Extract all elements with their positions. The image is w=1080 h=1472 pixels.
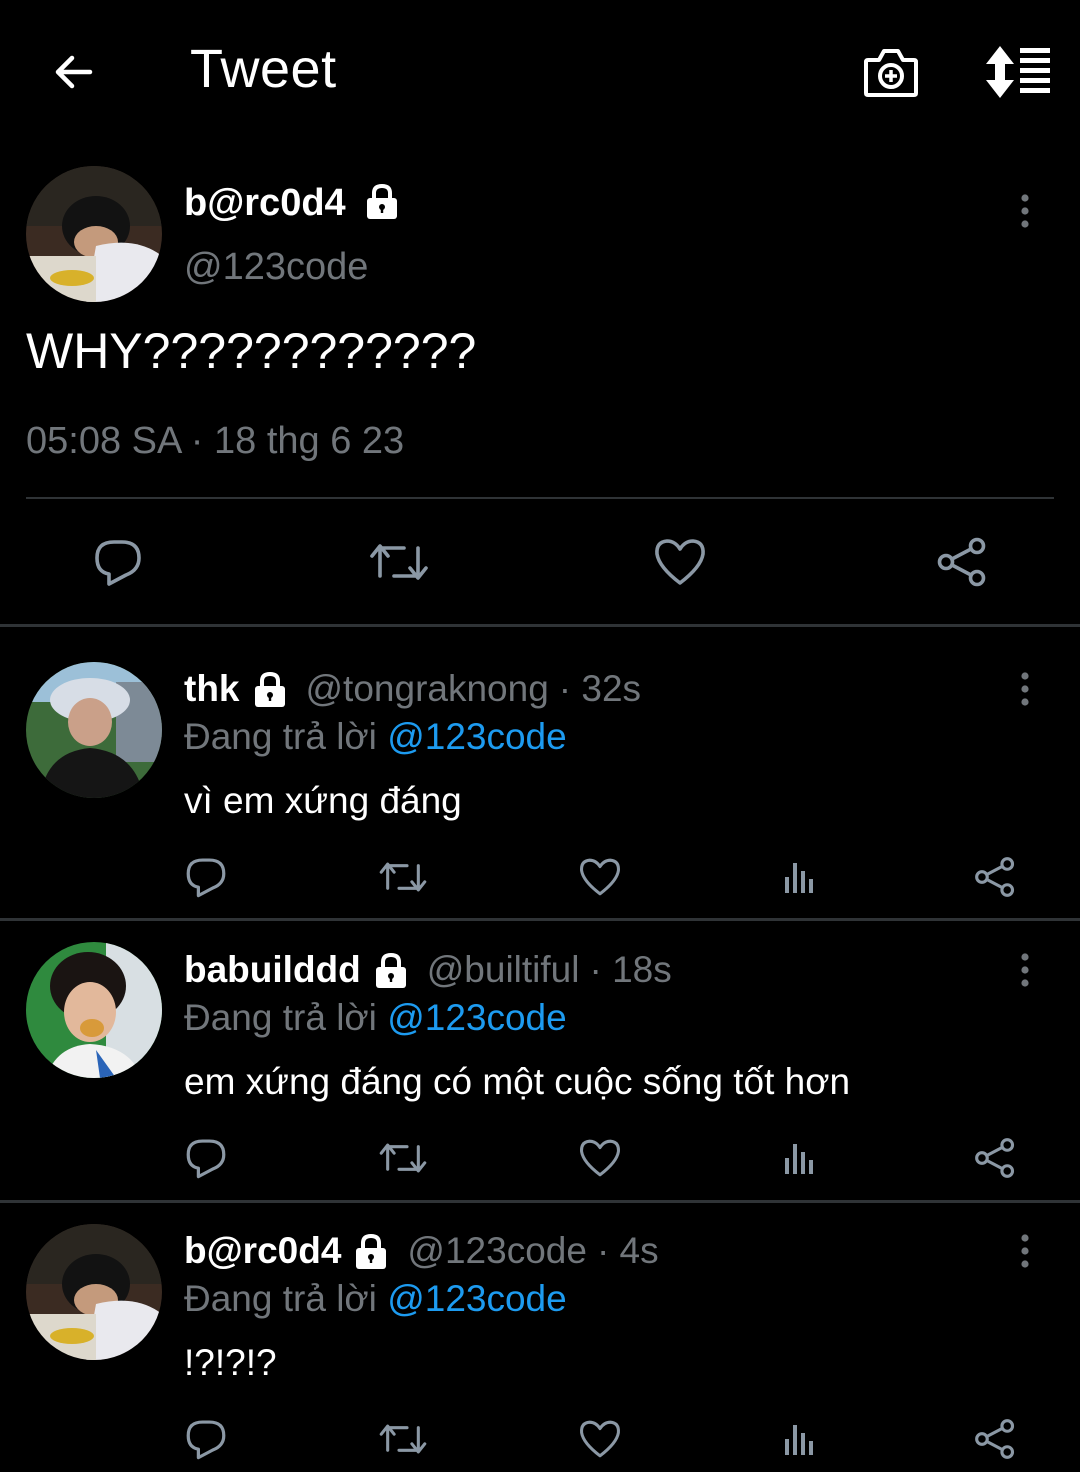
reply-time: · 4s (596, 1230, 659, 1271)
back-button[interactable] (44, 42, 104, 102)
share-button[interactable] (970, 1133, 1020, 1183)
divider (26, 497, 1054, 499)
like-button[interactable] (576, 1133, 624, 1183)
reply-icon (186, 1139, 226, 1179)
sort-replies-button[interactable] (982, 42, 1054, 102)
like-icon (655, 539, 705, 585)
retweet-icon (379, 1143, 427, 1173)
retweet-button[interactable] (376, 1414, 430, 1464)
more-vertical-icon (1021, 953, 1029, 987)
author-handle[interactable]: @tongraknong (306, 668, 549, 710)
analytics-icon (785, 1144, 813, 1174)
more-vertical-icon (1021, 672, 1029, 706)
avatar[interactable] (26, 662, 162, 798)
mention-link[interactable]: @123code (387, 997, 567, 1038)
more-options-button[interactable] (1010, 945, 1040, 995)
reply-time: · 18s (589, 949, 672, 990)
share-button[interactable] (970, 852, 1020, 902)
reply-author-row: thk @tongraknong · 32s (184, 668, 641, 710)
author-handle[interactable]: @123code (407, 1230, 587, 1272)
replying-to-line: Đang trả lời @123code (184, 997, 567, 1038)
reply-author-row: babuilddd @builtiful · 18s (184, 949, 672, 991)
author-name[interactable]: b@rc0d4 (184, 1230, 341, 1272)
retweet-icon (379, 1424, 427, 1454)
like-icon (580, 858, 620, 896)
view-analytics-button[interactable] (774, 1414, 822, 1464)
retweet-button[interactable] (366, 532, 432, 592)
tweet-timestamp: 05:08 SA · 18 thg 6 23 (26, 420, 405, 462)
lock-icon (375, 952, 406, 988)
tweet-text: WHY???????????? (26, 323, 477, 379)
view-analytics-button[interactable] (774, 852, 822, 902)
more-options-button[interactable] (1010, 186, 1040, 236)
avatar[interactable] (26, 166, 162, 302)
reply-icon (186, 858, 226, 898)
tweet-detail-screen: Tweet b@rc0d4 @123code WHY???????????? 0… (0, 0, 1080, 1472)
share-button[interactable] (970, 1414, 1020, 1464)
avatar[interactable] (26, 942, 162, 1078)
author-handle[interactable]: @builtiful (427, 949, 580, 991)
like-icon (580, 1420, 620, 1458)
more-vertical-icon (1021, 194, 1029, 228)
share-icon (975, 857, 1015, 897)
more-vertical-icon (1021, 1234, 1029, 1268)
avatar[interactable] (26, 1224, 162, 1360)
reply-text: vì em xứng đáng (184, 780, 462, 821)
share-icon (937, 537, 986, 587)
reply-icon (186, 1420, 226, 1460)
share-button[interactable] (932, 532, 992, 592)
view-analytics-button[interactable] (774, 1133, 822, 1183)
replying-to-line: Đang trả lời @123code (184, 1278, 567, 1319)
retweet-button[interactable] (376, 1133, 430, 1183)
lock-icon (356, 1233, 387, 1269)
reply-time: · 32s (558, 668, 642, 709)
reply-button[interactable] (182, 1414, 230, 1464)
more-options-button[interactable] (1010, 664, 1040, 714)
camera-plus-icon (864, 49, 918, 97)
page-title: Tweet (190, 39, 337, 99)
reply-button[interactable] (182, 1133, 230, 1183)
retweet-icon (370, 544, 428, 580)
divider (0, 1200, 1080, 1203)
author-name[interactable]: babuilddd (184, 949, 361, 991)
reply-icon (95, 540, 141, 586)
back-arrow-icon (55, 55, 93, 89)
like-icon (580, 1139, 620, 1177)
divider (0, 918, 1080, 921)
mention-link[interactable]: @123code (387, 716, 567, 757)
sort-icon (986, 46, 1050, 98)
lock-icon (367, 183, 398, 219)
retweet-button[interactable] (376, 852, 430, 902)
more-options-button[interactable] (1010, 1226, 1040, 1276)
author-handle[interactable]: @123code (184, 246, 368, 289)
replying-to-line: Đang trả lời @123code (184, 716, 567, 757)
analytics-icon (785, 863, 813, 893)
author-name[interactable]: thk (184, 668, 240, 710)
reply-author-row: b@rc0d4 @123code · 4s (184, 1230, 659, 1272)
like-button[interactable] (576, 1414, 624, 1464)
mention-link[interactable]: @123code (387, 1278, 567, 1319)
analytics-icon (785, 1425, 813, 1455)
lock-icon (254, 671, 285, 707)
reply-button[interactable] (88, 532, 148, 592)
share-icon (975, 1419, 1015, 1459)
reply-button[interactable] (182, 852, 230, 902)
divider (0, 624, 1080, 627)
camera-button[interactable] (860, 42, 922, 102)
share-icon (975, 1138, 1015, 1178)
reply-text: !?!?!? (184, 1342, 277, 1383)
like-button[interactable] (650, 532, 710, 592)
like-button[interactable] (576, 852, 624, 902)
retweet-icon (379, 862, 427, 892)
author-name[interactable]: b@rc0d4 (184, 182, 402, 225)
top-app-bar: Tweet (0, 0, 1080, 140)
reply-text: em xứng đáng có một cuộc sống tốt hơn (184, 1061, 851, 1102)
